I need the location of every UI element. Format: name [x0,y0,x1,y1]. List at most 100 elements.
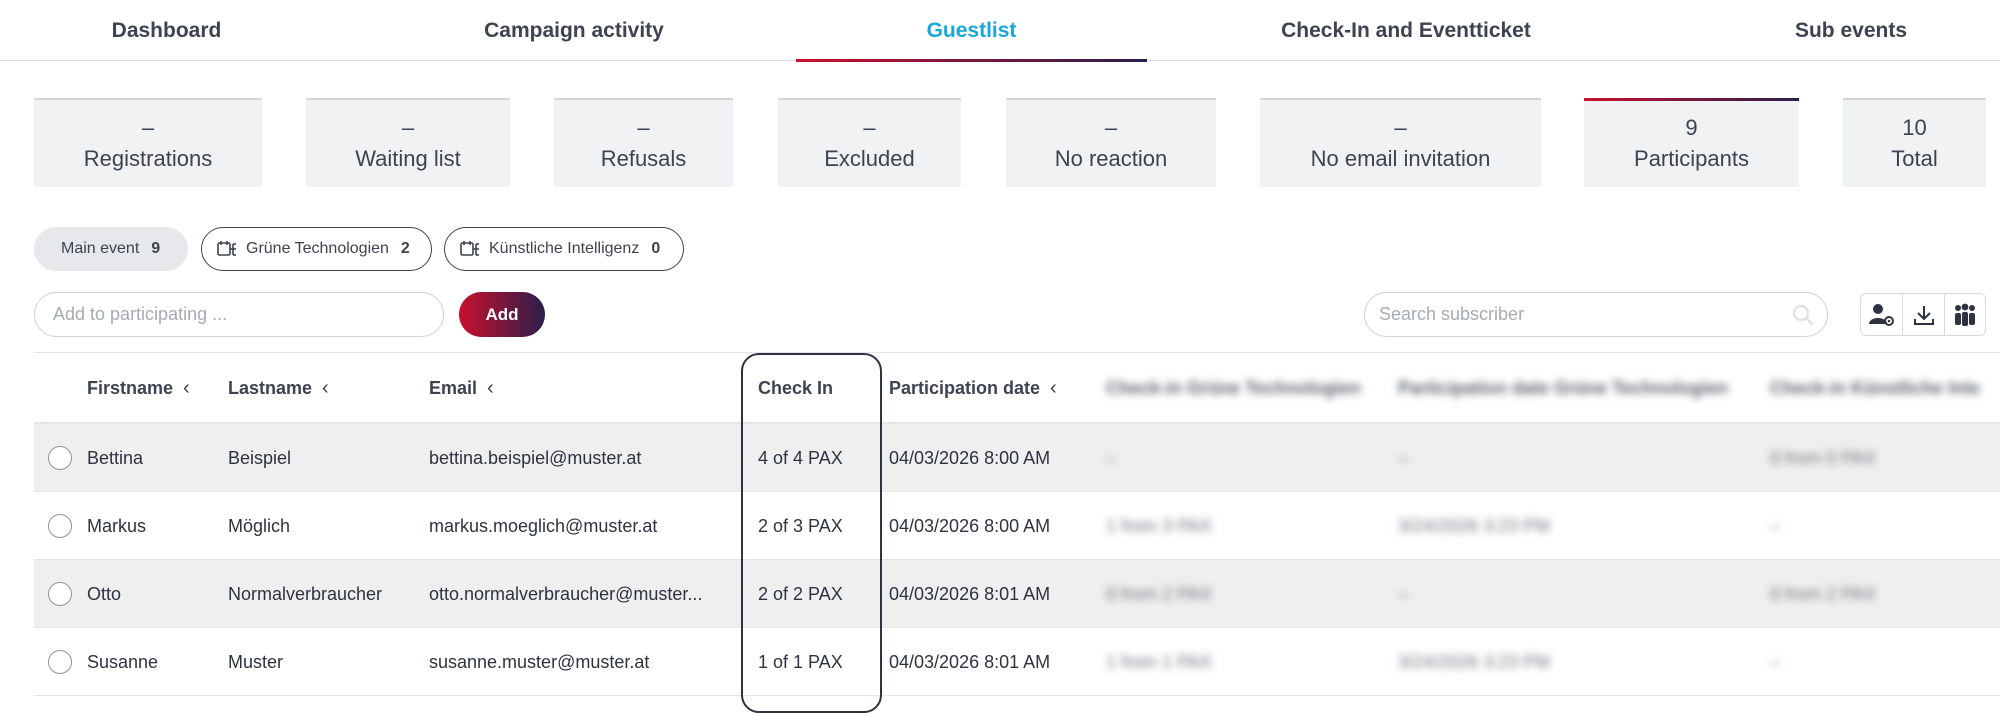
cell-check-in: 4 of 4 PAX [758,447,843,468]
table-row[interactable]: Susanne Muster susanne.muster@muster.at … [34,628,2000,696]
cell-participation-date: 04/03/2026 8:00 AM [889,447,1051,468]
cell-blurred: 0 from 0 PAX [1770,447,1876,468]
tab-campaign-activity[interactable]: Campaign activity [333,0,815,61]
status-label: Participants [1634,146,1749,171]
status-no-email-invitation[interactable]: – No email invitation [1260,98,1541,187]
group-button[interactable] [1943,294,1985,335]
status-label: Registrations [83,145,213,171]
cell-lastname: Muster [228,651,284,672]
status-participants[interactable]: 9 Participants [1584,98,1799,187]
row-select-radio[interactable] [48,582,72,606]
cell-email: bettina.beispiel@muster.at [429,447,642,468]
cell-firstname: Markus [87,515,147,536]
cell-blurred: 3/24/2026 3:23 PM [1398,651,1551,672]
status-count: – [1104,114,1118,140]
status-count: 9 [1685,115,1698,140]
add-button[interactable]: Add [459,292,545,337]
sub-event-icon [460,241,479,256]
column-lastname[interactable]: Lastname ‹ [228,352,329,424]
column-label: Lastname [228,377,313,398]
status-registrations[interactable]: – Registrations [34,98,262,187]
chip-label: Main event [61,240,140,257]
chip-kuenstliche-intelligenz[interactable]: Künstliche Intelligenz 0 [444,227,684,271]
cell-blurred: – [1106,447,1117,468]
cell-check-in: 2 of 2 PAX [758,583,843,604]
sort-chevron-icon[interactable]: ‹ [322,377,329,400]
status-count: 10 [1902,114,1927,140]
column-blurred-1: Check-in Grüne Technologien [1106,377,1361,398]
column-participation-date[interactable]: Participation date ‹ [889,352,1057,424]
cell-blurred: 1 from 1 PAX [1106,651,1212,672]
tab-dashboard[interactable]: Dashboard [0,0,333,61]
cell-blurred: 3/24/2026 3:23 PM [1398,515,1551,536]
download-button[interactable] [1902,294,1943,335]
table-header: Firstname ‹ Lastname ‹ Email ‹ Check In … [34,352,2000,424]
chip-main-event[interactable]: Main event 9 [34,227,188,271]
chip-count: 2 [400,240,410,257]
cell-firstname: Bettina [87,447,144,468]
cell-participation-date: 04/03/2026 8:01 AM [889,583,1051,604]
cell-blurred: 0 from 2 PAX [1770,583,1876,604]
cell-lastname: Möglich [228,515,291,536]
status-label: No email invitation [1310,145,1491,171]
chip-label: Grüne Technologien [246,240,389,257]
status-count: – [1394,114,1407,140]
tab-sub-events[interactable]: Sub events [1665,0,2000,61]
add-participant-input[interactable] [34,292,444,337]
download-icon [1913,305,1934,325]
user-settings-icon [1868,303,1894,326]
group-icon [1954,303,1975,326]
sort-chevron-icon[interactable]: ‹ [487,377,494,400]
search-subscriber-input[interactable] [1365,293,1785,336]
chip-gruene-technologien[interactable]: Grüne Technologien 2 [201,227,432,271]
cell-participation-date: 04/03/2026 8:00 AM [889,515,1051,536]
column-label: Firstname [87,377,174,398]
cell-blurred: 1 from 3 PAX [1106,515,1212,536]
cell-email: otto.normalverbraucher@muster... [429,583,703,604]
column-firstname[interactable]: Firstname ‹ [87,352,190,424]
participants-table: Firstname ‹ Lastname ‹ Email ‹ Check In … [34,352,2000,715]
cell-check-in: 1 of 1 PAX [758,651,843,672]
table-row[interactable]: Bettina Beispiel bettina.beispiel@muster… [34,424,2000,492]
top-tab-bar: Dashboard Campaign activity Guestlist Ch… [0,0,2000,62]
cell-blurred: – [1770,515,1781,536]
cell-email: markus.moeglich@muster.at [429,515,658,536]
sort-chevron-icon[interactable]: ‹ [1050,377,1057,400]
status-count: – [637,114,650,140]
row-select-radio[interactable] [48,650,72,674]
cell-lastname: Normalverbraucher [228,583,383,604]
status-no-reaction[interactable]: – No reaction [1006,98,1216,187]
cell-lastname: Beispiel [228,447,292,468]
row-select-radio[interactable] [48,446,72,470]
status-label: Waiting list [355,145,461,171]
cell-firstname: Otto [87,583,122,604]
column-check-in[interactable]: Check In [758,352,833,424]
status-count: – [141,114,155,140]
status-excluded[interactable]: – Excluded [778,98,961,187]
sub-event-icon [217,241,236,256]
column-blurred-2: Participation date Grüne Technologien [1398,377,1728,398]
tab-guestlist[interactable]: Guestlist [796,0,1147,62]
cell-blurred: 0 from 2 PAX [1106,583,1212,604]
table-row[interactable]: Markus Möglich markus.moeglich@muster.at… [34,492,2000,560]
status-refusals[interactable]: – Refusals [554,98,733,187]
column-email[interactable]: Email ‹ [429,352,494,424]
cell-email: susanne.muster@muster.at [429,651,650,672]
row-select-radio[interactable] [48,514,72,538]
status-count: – [401,114,415,140]
search-icon[interactable] [1791,303,1815,327]
search-field [1364,292,1828,337]
tab-check-in-eventticket[interactable]: Check-In and Eventticket [1147,0,1665,61]
cell-blurred: – [1398,583,1409,604]
sort-chevron-icon[interactable]: ‹ [183,377,190,400]
user-settings-button[interactable] [1861,294,1902,335]
status-label: No reaction [1054,145,1168,171]
status-waiting-list[interactable]: – Waiting list [306,98,510,187]
status-filter-row: – Registrations – Waiting list – Refusal… [0,98,2000,187]
cell-firstname: Susanne [87,651,159,672]
column-label: Check In [758,377,834,398]
chip-label: Künstliche Intelligenz [489,240,640,257]
status-label: Excluded [824,145,915,171]
status-total[interactable]: 10 Total [1843,98,1986,187]
table-row[interactable]: Otto Normalverbraucher otto.normalverbra… [34,560,2000,628]
